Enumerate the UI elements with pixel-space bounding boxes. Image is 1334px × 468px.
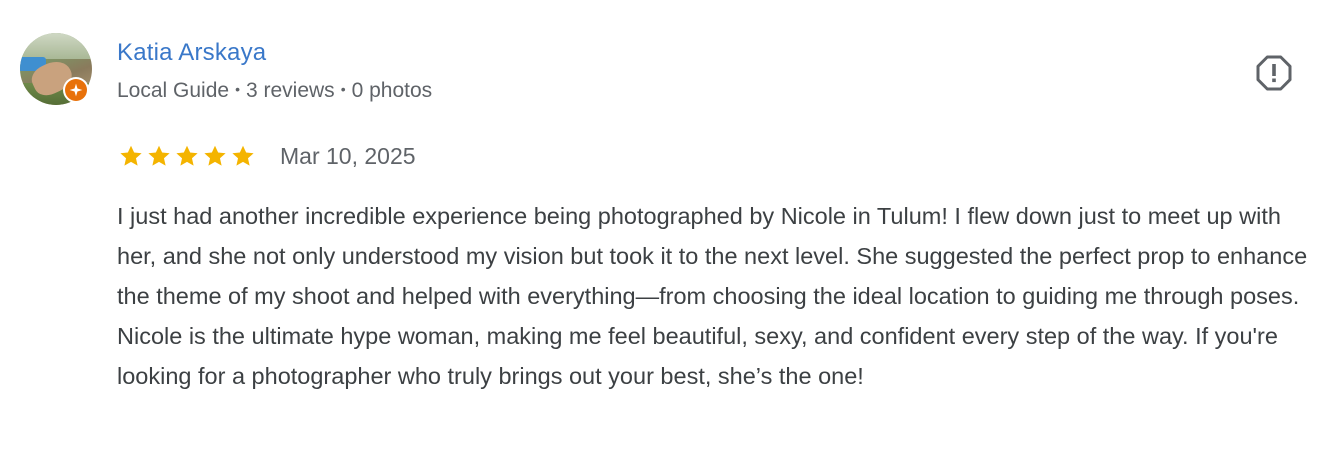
reviewer-review-count: 3 reviews: [245, 79, 335, 102]
avatar-sky: [20, 33, 92, 59]
star-icon: [232, 145, 254, 166]
local-guide-badge-icon: [63, 77, 89, 103]
reviewer-meta: Local Guide • 3 reviews • 0 photos: [117, 75, 432, 105]
reviewer-role: Local Guide: [117, 79, 230, 102]
report-button[interactable]: [1254, 53, 1294, 93]
review-date: Mar 10, 2025: [280, 143, 416, 169]
reviewer-photo-count: 0 photos: [351, 79, 433, 102]
reviewer-name[interactable]: Katia Arskaya: [117, 38, 266, 68]
star-icon: [148, 145, 170, 166]
star-icon: [176, 145, 198, 166]
star-icon: [120, 145, 142, 166]
review-card: Katia Arskaya Local Guide • 3 reviews • 0 ph…: [0, 0, 1334, 468]
star-rating: [118, 143, 256, 169]
star-icon: [204, 145, 226, 166]
meta-separator: •: [235, 81, 240, 97]
meta-separator: •: [340, 81, 346, 97]
review-text: I just had another incredible experience…: [117, 203, 1308, 389]
report-icon: [1256, 55, 1292, 91]
